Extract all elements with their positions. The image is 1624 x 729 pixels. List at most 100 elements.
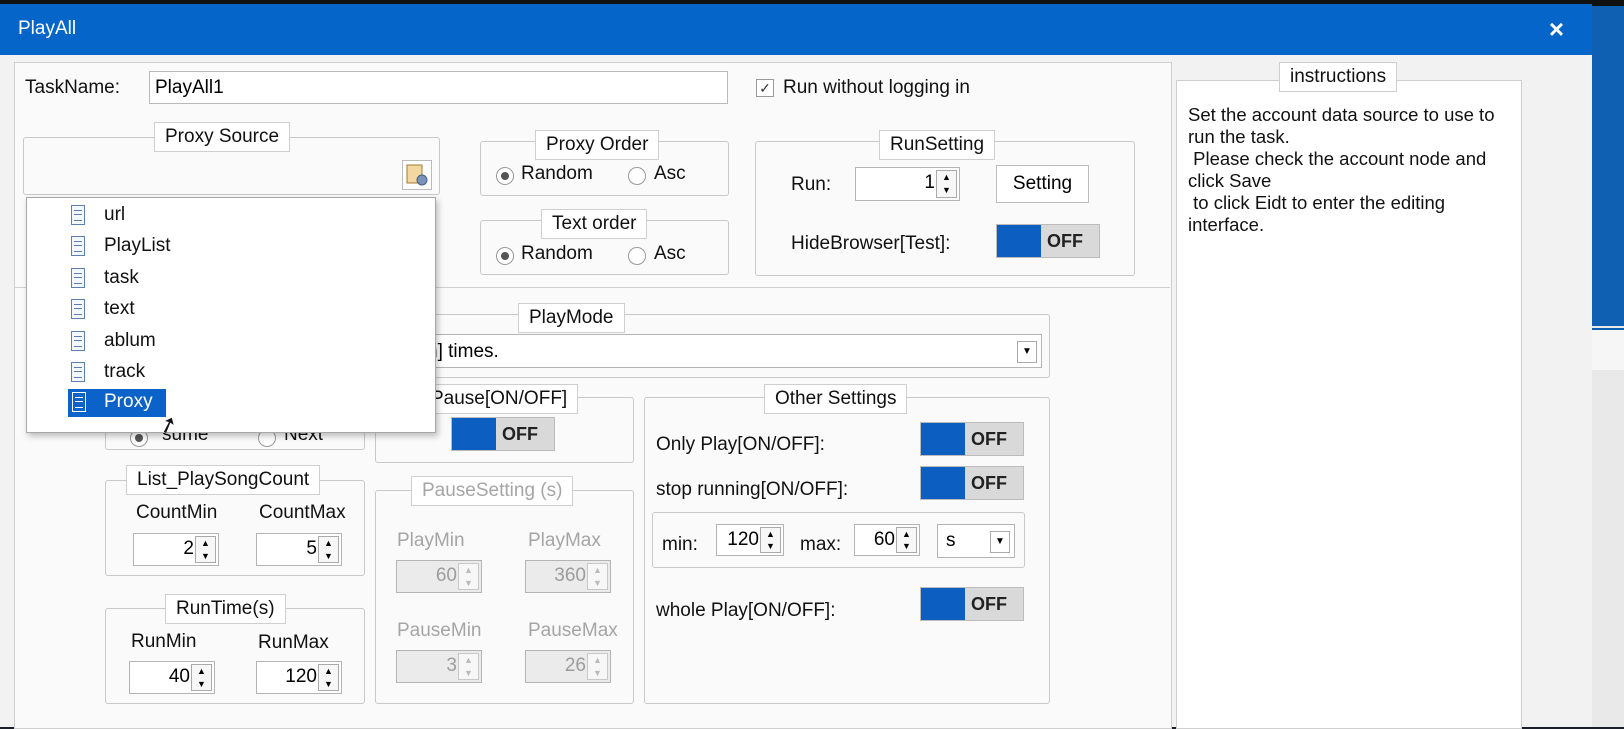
count-max-label: CountMax	[259, 502, 346, 523]
close-icon[interactable]: ×	[1549, 14, 1564, 45]
run-min-label: RunMin	[131, 631, 197, 652]
play-max-stepper[interactable]: 360 ▲ ▼	[525, 560, 611, 593]
proxy-order-asc-radio[interactable]	[628, 167, 646, 185]
toggle-knob	[921, 467, 965, 499]
folder-settings-icon[interactable]	[402, 160, 432, 190]
proxy-order-random-radio[interactable]	[496, 167, 514, 185]
dropdown-item-task[interactable]: task	[71, 265, 191, 293]
taskname-input[interactable]	[149, 71, 728, 104]
proxy-order-legend: Proxy Order	[535, 130, 660, 160]
stepper-arrows-icon[interactable]: ▲ ▼	[458, 653, 479, 680]
stepper-arrows-icon[interactable]: ▲ ▼	[936, 170, 957, 198]
text-order-random-label: Random	[521, 243, 593, 264]
dropdown-item-track[interactable]: track	[71, 359, 201, 387]
instructions-legend: instructions	[1279, 62, 1398, 92]
toggle-knob	[921, 588, 965, 620]
only-play-label: Only Play[ON/OFF]:	[656, 434, 825, 455]
stop-max-stepper[interactable]: 60 ▲ ▼	[854, 524, 920, 556]
text-order-random-radio[interactable]	[496, 247, 514, 265]
only-play-toggle[interactable]: OFF	[920, 422, 1024, 456]
stepper-arrows-icon[interactable]: ▲ ▼	[318, 664, 339, 691]
play-min-stepper[interactable]: 60 ▲ ▼	[396, 560, 482, 593]
run-count-value: 1	[924, 172, 935, 193]
toggle-knob	[997, 225, 1041, 257]
count-min-label: CountMin	[136, 502, 218, 523]
stepper-arrows-icon[interactable]: ▲ ▼	[458, 563, 479, 590]
proxy-order-asc-label: Asc	[654, 163, 686, 184]
pause-legend: Pause[ON/OFF]	[420, 384, 579, 414]
hide-browser-state: OFF	[1047, 231, 1083, 251]
count-max-value: 5	[306, 538, 317, 559]
pause-min-stepper[interactable]: 3 ▲ ▼	[396, 650, 482, 683]
pause-max-value: 26	[564, 655, 586, 676]
run-count-label: Run:	[791, 174, 832, 195]
pause-max-label: PauseMax	[528, 620, 618, 641]
stop-running-label: stop running[ON/OFF]:	[656, 479, 849, 500]
stepper-arrows-icon[interactable]: ▲ ▼	[318, 536, 339, 563]
chevron-down-icon[interactable]: ▼	[1017, 341, 1037, 363]
play-min-label: PlayMin	[397, 530, 465, 551]
list-play-song-count-legend: List_PlaySongCount	[126, 465, 321, 495]
pause-min-value: 3	[446, 655, 457, 676]
count-max-stepper[interactable]: 5 ▲ ▼	[256, 533, 342, 566]
stepper-arrows-icon[interactable]: ▲ ▼	[191, 664, 212, 691]
stepper-arrows-icon[interactable]: ▲ ▼	[587, 653, 608, 680]
window-title: PlayAll	[18, 18, 77, 39]
dropdown-item-proxy[interactable]: Proxy	[68, 389, 166, 417]
chevron-down-icon[interactable]: ▼	[990, 531, 1010, 553]
dropdown-item-playlist[interactable]: PlayList	[71, 233, 221, 261]
text-order-asc-radio[interactable]	[628, 247, 646, 265]
instructions-text: Set the account data source to use to ru…	[1188, 104, 1495, 235]
document-icon	[72, 392, 86, 412]
hide-browser-label: HideBrowser[Test]:	[791, 233, 951, 254]
setting-button[interactable]: Setting	[996, 165, 1089, 203]
stop-max-value: 60	[873, 529, 895, 550]
play-max-label: PlayMax	[528, 530, 601, 551]
title-bar: PlayAll ×	[0, 4, 1592, 55]
document-icon	[71, 205, 85, 225]
stop-running-toggle[interactable]: OFF	[920, 466, 1024, 500]
run-without-login-label: Run without logging in	[783, 77, 970, 98]
document-icon	[71, 331, 85, 351]
toggle-knob	[921, 423, 965, 455]
max-label: max:	[800, 534, 842, 555]
proxy-order-random-label: Random	[521, 163, 593, 184]
hide-browser-toggle[interactable]: OFF	[996, 224, 1100, 258]
stepper-arrows-icon[interactable]: ▲ ▼	[587, 563, 608, 590]
whole-play-label: whole Play[ON/OFF]:	[656, 600, 836, 621]
whole-play-toggle[interactable]: OFF	[920, 587, 1024, 621]
other-settings-legend: Other Settings	[764, 384, 908, 414]
min-label: min:	[662, 534, 698, 555]
pause-toggle[interactable]: OFF	[451, 417, 555, 451]
dropdown-item-url[interactable]: url	[71, 202, 171, 230]
run-max-stepper[interactable]: 120 ▲ ▼	[256, 661, 342, 694]
pause-setting-legend: PauseSetting (s)	[411, 476, 574, 506]
stop-min-stepper[interactable]: 120 ▲ ▼	[716, 524, 784, 556]
toggle-knob	[452, 418, 496, 450]
unit-select[interactable]: s ▼	[937, 524, 1015, 558]
dropdown-item-ablum[interactable]: ablum	[71, 328, 201, 356]
run-max-value: 120	[285, 666, 317, 687]
run-min-stepper[interactable]: 40 ▲ ▼	[129, 661, 215, 694]
run-count-stepper[interactable]: 1 ▲ ▼	[855, 167, 960, 201]
play-min-value: 60	[435, 565, 457, 586]
run-without-login-checkbox[interactable]: ✓	[756, 79, 774, 97]
stepper-arrows-icon[interactable]: ▲ ▼	[195, 536, 216, 563]
document-icon	[71, 362, 85, 382]
proxy-source-legend: Proxy Source	[154, 122, 291, 152]
pause-max-stepper[interactable]: 26 ▲ ▼	[525, 650, 611, 683]
stepper-arrows-icon[interactable]: ▲ ▼	[760, 527, 781, 553]
text-order-asc-label: Asc	[654, 243, 686, 264]
document-icon	[71, 299, 85, 319]
whole-play-state: OFF	[971, 594, 1007, 614]
play-mode-value: n] times.	[427, 341, 499, 362]
dropdown-item-text[interactable]: text	[71, 296, 191, 324]
stepper-arrows-icon[interactable]: ▲ ▼	[896, 527, 917, 553]
pause-state: OFF	[502, 424, 538, 444]
count-min-stepper[interactable]: 2 ▲ ▼	[133, 533, 219, 566]
play-mode-legend: PlayMode	[518, 303, 625, 333]
count-min-value: 2	[183, 538, 194, 559]
play-max-value: 360	[554, 565, 586, 586]
run-time-legend: RunTime(s)	[165, 594, 286, 624]
stop-running-state: OFF	[971, 473, 1007, 493]
